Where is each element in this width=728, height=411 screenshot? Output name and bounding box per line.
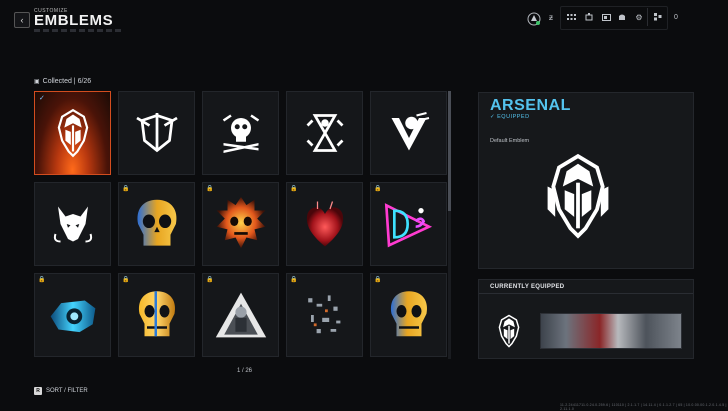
emblem-tile-hourglass-skull[interactable]	[286, 91, 363, 175]
emblem-tile-triangle-soldier[interactable]: 🔒	[202, 273, 279, 357]
arsenal-emblem-preview	[540, 152, 616, 245]
player-level-icon[interactable]	[527, 12, 541, 26]
emblem-tile-winged-skull-v[interactable]	[370, 91, 447, 175]
sort-key-icon: R	[34, 387, 42, 395]
lock-icon: 🔒	[38, 277, 46, 283]
grid-icon[interactable]	[566, 12, 576, 22]
check-icon: ✓	[39, 95, 45, 102]
store-icon[interactable]	[584, 12, 594, 22]
android-icon[interactable]	[617, 12, 627, 22]
emblem-title: ARSENAL	[490, 97, 571, 114]
video-icon[interactable]	[601, 12, 611, 22]
emblem-tile-red-heart[interactable]: 🔒	[286, 182, 363, 266]
emblem-tile-fire-skull[interactable]: 🔒	[202, 182, 279, 266]
back-button[interactable]: ‹	[14, 12, 30, 28]
divider	[479, 293, 693, 294]
lock-icon: 🔒	[290, 277, 298, 283]
emblem-tile-winged-sword[interactable]	[118, 91, 195, 175]
lock-icon: 🔒	[122, 277, 130, 283]
emblem-tile-shattered[interactable]: 🔒	[286, 273, 363, 357]
equipped-calling-card[interactable]	[540, 313, 682, 349]
emblem-tile-blue-gold-skull-2[interactable]: 🔒	[370, 273, 447, 357]
social-icon[interactable]	[653, 12, 663, 22]
emblem-tile-arsenal[interactable]: ✓	[34, 91, 111, 175]
equipped-status: ✓ EQUIPPED	[490, 114, 530, 120]
emblem-tile-blue-gold-skull[interactable]: 🔒	[118, 182, 195, 266]
title-underline	[34, 29, 124, 32]
currently-equipped-title: CURRENTLY EQUIPPED	[490, 284, 565, 290]
emblem-tile-skull-crossbones[interactable]	[202, 91, 279, 175]
grid-scrollbar-thumb[interactable]	[448, 91, 451, 211]
gear-icon[interactable]: ⚙	[634, 12, 644, 22]
emblem-tile-gold-skull[interactable]: 🔒	[118, 273, 195, 357]
emblem-description: Default Emblem	[490, 138, 530, 144]
lock-icon: 🔒	[374, 277, 382, 283]
lock-icon: 🔒	[290, 186, 298, 192]
currency-value: 0	[674, 13, 678, 21]
sort-filter-label: SORT / FILTER	[46, 388, 88, 394]
toolbar-divider	[647, 8, 648, 26]
page-title: EMBLEMS	[34, 12, 114, 29]
equipped-status-label: EQUIPPED	[497, 114, 530, 120]
lock-icon: 🔒	[206, 277, 214, 283]
emblem-tile-neon-die[interactable]: 🔒	[370, 182, 447, 266]
sort-filter-button[interactable]: R SORT / FILTER	[34, 387, 88, 395]
emblem-tile-wolf[interactable]	[34, 182, 111, 266]
chevron-left-icon: ‹	[20, 15, 24, 25]
equipped-emblem-thumbnail[interactable]	[494, 314, 524, 353]
top-right-toolbar	[560, 6, 668, 30]
lock-icon: 🔒	[122, 186, 130, 192]
collected-count: ▣ Collected | 6/26	[34, 78, 91, 85]
page-indicator: 1 / 26	[237, 368, 253, 374]
z-icon[interactable]: ƶ	[546, 12, 556, 22]
emblem-tile-blue-mech[interactable]: 🔒	[34, 273, 111, 357]
lock-icon: 🔒	[206, 186, 214, 192]
collected-label: Collected | 6/26	[42, 78, 92, 85]
collection-icon: ▣	[34, 79, 40, 85]
lock-icon: 🔒	[374, 186, 382, 192]
emblem-grid: ✓ 🔒 🔒 🔒 🔒 🔒 🔒 🔒 🔒 🔒	[34, 91, 448, 359]
